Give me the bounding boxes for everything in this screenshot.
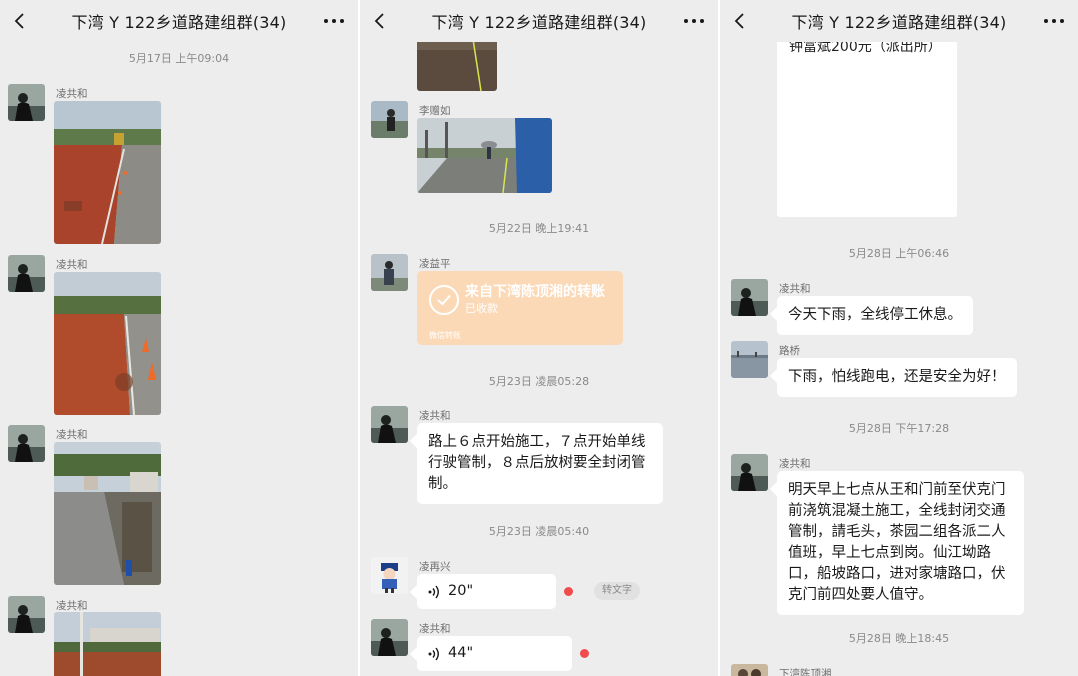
voice-wave-icon: [428, 585, 439, 598]
timestamp: 5月28日 晚上18:45: [848, 632, 950, 645]
voice-duration: 44": [448, 645, 474, 661]
text-message[interactable]: 路上６点开始施工，７点开始单线行驶管制，８点后放树要全封闭管制。: [417, 423, 663, 504]
chat-header: 下湾 Y 122乡道路建组群(34): [360, 0, 718, 42]
timestamp: 5月28日 下午17:28: [848, 422, 950, 435]
avatar[interactable]: [731, 279, 768, 316]
avatar[interactable]: [371, 557, 408, 594]
avatar[interactable]: [8, 596, 45, 633]
voice-wave-icon: [428, 647, 439, 660]
avatar[interactable]: [8, 84, 45, 121]
sender-name: 凌再兴: [419, 561, 451, 573]
voice-message[interactable]: 44": [417, 636, 572, 671]
transfer-title: 来自下湾陈顶湘的转账: [465, 284, 605, 300]
photo-message[interactable]: [54, 272, 161, 415]
avatar[interactable]: [8, 425, 45, 462]
voice-duration: 20": [448, 583, 474, 599]
sender-name: 凌共和: [56, 88, 88, 100]
unread-dot: [564, 587, 573, 596]
avatar[interactable]: [731, 454, 768, 491]
sender-name: 凌共和: [779, 283, 811, 295]
transfer-footer: 微信转账: [429, 331, 461, 340]
avatar[interactable]: [731, 341, 768, 378]
back-arrow-icon[interactable]: [730, 11, 750, 31]
timestamp: 5月22日 晚上19:41: [488, 222, 590, 235]
chat-title: 下湾 Y 122乡道路建组群(34): [791, 13, 1007, 32]
photo-message[interactable]: [54, 612, 161, 676]
avatar[interactable]: [8, 255, 45, 292]
voice-message[interactable]: 20": [417, 574, 556, 609]
chat-title: 下湾 Y 122乡道路建组群(34): [431, 13, 647, 32]
sender-name: 下湾陈顶湘: [779, 668, 832, 676]
transcribe-button[interactable]: 转文字: [594, 582, 640, 600]
sender-name: 凌共和: [419, 410, 451, 422]
more-icon[interactable]: [684, 19, 704, 23]
image-note-card[interactable]: 钟富斌200元（派出所）: [777, 20, 957, 217]
photo-message[interactable]: [54, 442, 161, 585]
sender-name: 凌共和: [779, 458, 811, 470]
sender-name: 凌共和: [419, 623, 451, 635]
avatar[interactable]: [731, 664, 768, 676]
chat-panel-2: 下湾 Y 122乡道路建组群(34) 李赠如 5月22日 晚上19:41 凌益平…: [360, 0, 718, 676]
sender-name: 凌共和: [56, 600, 88, 612]
text-message[interactable]: 今天下雨，全线停工休息。: [777, 296, 973, 335]
check-icon: [429, 284, 459, 315]
transfer-status: 已收款: [465, 302, 498, 315]
more-icon[interactable]: [1044, 19, 1064, 23]
transfer-card[interactable]: 来自下湾陈顶湘的转账 已收款 微信转账: [417, 271, 623, 345]
avatar[interactable]: [371, 254, 408, 291]
back-arrow-icon[interactable]: [370, 11, 390, 31]
sender-name: 凌共和: [56, 429, 88, 441]
chat-header: 下湾 Y 122乡道路建组群(34): [720, 0, 1078, 42]
chat-panel-3: 钟富斌200元（派出所） 下湾 Y 122乡道路建组群(34) 5月28日 上午…: [720, 0, 1078, 676]
unread-dot: [580, 649, 589, 658]
sender-name: 路桥: [779, 345, 800, 357]
timestamp: 5月17日 上午09:04: [128, 52, 230, 65]
timestamp: 5月23日 凌晨05:28: [488, 375, 590, 388]
screenshot-collage: 下湾 Y 122乡道路建组群(34) 5月17日 上午09:04 凌共和 凌共和…: [0, 0, 1078, 676]
text-message[interactable]: 下雨，怕线跑电，还是安全为好！: [777, 358, 1017, 397]
avatar[interactable]: [371, 619, 408, 656]
chat-header: 下湾 Y 122乡道路建组群(34): [0, 0, 358, 42]
chat-panel-1: 下湾 Y 122乡道路建组群(34) 5月17日 上午09:04 凌共和 凌共和…: [0, 0, 358, 676]
photo-message[interactable]: [417, 118, 552, 193]
chat-title: 下湾 Y 122乡道路建组群(34): [71, 13, 287, 32]
sender-name: 李赠如: [419, 105, 451, 117]
back-arrow-icon[interactable]: [10, 11, 30, 31]
more-icon[interactable]: [324, 19, 344, 23]
photo-message[interactable]: [54, 101, 161, 244]
avatar[interactable]: [371, 101, 408, 138]
sender-name: 凌益平: [419, 258, 451, 270]
text-message[interactable]: 明天早上七点从王和门前至伏克门前浇筑混凝土施工，全线封闭交通管制，請毛头，茶园二…: [777, 471, 1024, 615]
timestamp: 5月28日 上午06:46: [848, 247, 950, 260]
timestamp: 5月23日 凌晨05:40: [488, 525, 590, 538]
sender-name: 凌共和: [56, 259, 88, 271]
avatar[interactable]: [371, 406, 408, 443]
